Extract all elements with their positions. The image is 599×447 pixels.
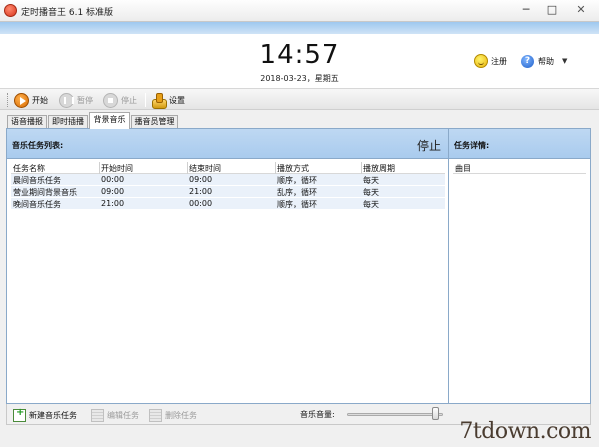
register-button[interactable]: 注册 — [474, 53, 507, 69]
table-row[interactable]: 晚间音乐任务 21:00 00:00 顺序，循环 每天 — [11, 198, 445, 210]
column-divider[interactable] — [187, 162, 188, 174]
task-name: 营业期间背景音乐 — [13, 188, 77, 197]
volume-label: 音乐音量: — [300, 410, 335, 419]
stop-icon — [103, 92, 118, 108]
delete-task-label: 删除任务 — [165, 410, 197, 420]
task-end-time: 21:00 — [189, 187, 213, 196]
column-header[interactable]: 曲目 — [455, 163, 471, 174]
tab-background-music[interactable]: 背景音乐 — [89, 112, 130, 129]
clock-time: 14:57 — [259, 40, 340, 70]
tab-instant-insert[interactable]: 即时插播 — [48, 115, 88, 128]
task-name: 晨间音乐任务 — [13, 176, 61, 185]
tab-announcer-manage[interactable]: 播音员管理 — [131, 115, 178, 128]
help-label: 帮助 — [538, 56, 554, 66]
table-row[interactable]: 营业期间背景音乐 09:00 21:00 乱序，循环 每天 — [11, 186, 445, 198]
tab-voice-broadcast[interactable]: 语音播报 — [7, 115, 47, 128]
settings-label: 设置 — [169, 95, 185, 105]
play-icon — [14, 92, 29, 108]
track-table-header: 曲目 — [453, 162, 586, 174]
stop-label: 停止 — [121, 95, 137, 105]
smiley-icon — [474, 54, 488, 68]
pause-label: 暂停 — [77, 95, 93, 105]
task-detail-panel: 任务详情: 曲目 — [449, 129, 590, 403]
toolbar-grip[interactable] — [7, 93, 9, 107]
playback-status: 停止 — [416, 139, 441, 153]
column-divider[interactable] — [275, 162, 276, 174]
clock-header: 14:57 2018-03-23，星期五 注册 ? 帮助 ▼ — [0, 34, 599, 88]
chevron-down-icon[interactable]: ▼ — [562, 57, 567, 65]
window-title: 定时播音王 6.1 标准版 — [21, 8, 114, 18]
register-label: 注册 — [491, 56, 507, 66]
task-start-time: 09:00 — [101, 187, 125, 196]
column-header[interactable]: 结束时间 — [189, 163, 221, 174]
title-bar: 定时播音王 6.1 标准版 ─ □ ✕ — [0, 0, 599, 22]
task-period: 每天 — [363, 200, 379, 209]
volume-slider[interactable] — [347, 413, 443, 416]
help-button[interactable]: ? 帮助 ▼ — [521, 53, 567, 69]
main-toolbar: 开始 暂停 停止 设置 — [0, 88, 599, 110]
delete-task-button[interactable]: 删除任务 — [149, 408, 197, 422]
new-task-label: 新建音乐任务 — [29, 410, 77, 420]
add-task-icon — [13, 407, 26, 422]
volume-slider-thumb[interactable] — [432, 407, 439, 420]
column-divider[interactable] — [99, 162, 100, 174]
table-header: 任务名称 开始时间 结束时间 播放方式 播放周期 — [11, 162, 445, 174]
content-area: 音乐任务列表: 停止 任务名称 开始时间 结束时间 播放方式 播放周期 晨间音乐… — [6, 128, 591, 404]
task-start-time: 21:00 — [101, 199, 125, 208]
start-button[interactable]: 开始 — [14, 91, 48, 109]
app-icon — [4, 4, 17, 17]
task-end-time: 09:00 — [189, 175, 213, 184]
task-table: 任务名称 开始时间 结束时间 播放方式 播放周期 晨间音乐任务 00:00 09… — [11, 162, 445, 210]
task-play-mode: 顺序，循环 — [277, 200, 317, 209]
pause-icon — [59, 92, 74, 108]
task-list-header: 音乐任务列表: 停止 — [7, 129, 448, 159]
task-play-mode: 乱序，循环 — [277, 188, 317, 197]
task-start-time: 00:00 — [101, 175, 125, 184]
task-play-mode: 顺序，循环 — [277, 176, 317, 185]
stop-button[interactable]: 停止 — [103, 91, 137, 109]
watermark: 7tdown.com — [459, 419, 591, 444]
toolbar-separator — [145, 93, 146, 107]
edit-task-icon — [91, 408, 104, 422]
task-end-time: 00:00 — [189, 199, 213, 208]
edit-task-label: 编辑任务 — [107, 410, 139, 420]
header-band — [0, 22, 599, 34]
clock-date: 2018-03-23，星期五 — [260, 74, 339, 83]
tab-strip: 语音播报 即时插播 背景音乐 播音员管理 — [0, 110, 599, 129]
delete-task-icon — [149, 408, 162, 422]
settings-button[interactable]: 设置 — [151, 91, 185, 109]
task-period: 每天 — [363, 176, 379, 185]
close-button[interactable]: ✕ — [566, 2, 596, 19]
column-header[interactable]: 任务名称 — [13, 163, 45, 174]
task-list-panel: 音乐任务列表: 停止 任务名称 开始时间 结束时间 播放方式 播放周期 晨间音乐… — [7, 129, 449, 403]
footer-strip: 7tdown.com — [0, 419, 599, 447]
help-icon: ? — [521, 54, 534, 68]
edit-task-button[interactable]: 编辑任务 — [91, 408, 139, 422]
task-detail-header: 任务详情: — [449, 129, 590, 159]
maximize-button[interactable]: □ — [540, 2, 564, 19]
settings-icon — [151, 92, 167, 109]
task-detail-title: 任务详情: — [454, 141, 490, 150]
new-music-task-button[interactable]: 新建音乐任务 — [13, 407, 77, 422]
column-header[interactable]: 开始时间 — [101, 163, 133, 174]
column-header[interactable]: 播放方式 — [277, 163, 309, 174]
column-header[interactable]: 播放周期 — [363, 163, 395, 174]
task-name: 晚间音乐任务 — [13, 200, 61, 209]
table-row[interactable]: 晨间音乐任务 00:00 09:00 顺序，循环 每天 — [11, 174, 445, 186]
task-list-title: 音乐任务列表: — [12, 141, 64, 150]
column-divider[interactable] — [361, 162, 362, 174]
start-label: 开始 — [32, 95, 48, 105]
pause-button[interactable]: 暂停 — [59, 91, 93, 109]
task-period: 每天 — [363, 188, 379, 197]
minimize-button[interactable]: ─ — [514, 2, 538, 19]
